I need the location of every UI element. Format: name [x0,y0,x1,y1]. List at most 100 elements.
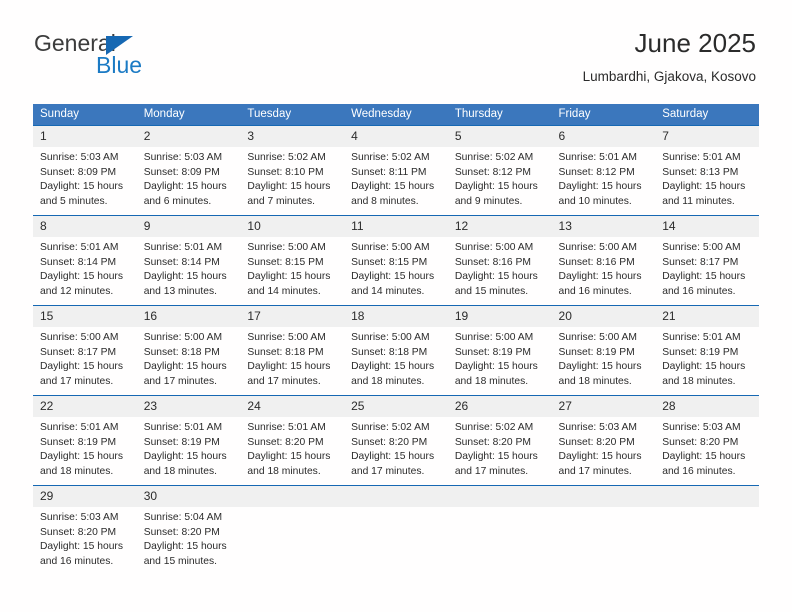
sunrise-text: Sunrise: 5:00 AM [454,332,534,343]
sunrise-text: Sunrise: 5:01 AM [40,422,119,433]
calendar-day-cell[interactable]: 27 Sunrise: 5:03 AM Sunset: 8:20 PM Dayligh… [551,395,656,486]
sunset-text: Sunset: 8:19 PM [40,436,117,448]
daylight-text-line2: and 8 minutes. [351,195,419,207]
sunset-text: Sunset: 8:19 PM [454,346,531,358]
calendar-day-cell[interactable]: 20 Sunrise: 5:00 AM Sunset: 8:19 PM Dayligh… [551,305,656,396]
calendar-day-cell[interactable]: 13 Sunrise: 5:00 AM Sunset: 8:16 PM Dayligh… [551,215,656,306]
calendar-day-cell[interactable]: 25 Sunrise: 5:02 AM Sunset: 8:20 PM Dayligh… [344,395,448,486]
calendar-day-cell[interactable]: 17 Sunrise: 5:00 AM Sunset: 8:18 PM Dayligh… [240,305,345,396]
calendar-day-cell[interactable]: 14 Sunrise: 5:00 AM Sunset: 8:17 PM Dayligh… [655,215,759,306]
sunrise-text: Sunrise: 5:02 AM [247,152,326,163]
weekday-header-wednesday: Wednesday [344,104,448,126]
day-number [447,486,552,507]
calendar-day-cell[interactable]: 16 Sunrise: 5:00 AM Sunset: 8:18 PM Dayligh… [136,305,241,396]
calendar-day-cell[interactable]: 19 Sunrise: 5:00 AM Sunset: 8:19 PM Dayligh… [447,305,552,396]
calendar-day-cell[interactable]: 28 Sunrise: 5:03 AM Sunset: 8:20 PM Dayligh… [655,395,759,486]
daylight-text-line2: and 16 minutes. [662,285,736,297]
calendar-day-cell[interactable]: 11 Sunrise: 5:00 AM Sunset: 8:15 PM Dayligh… [344,215,448,306]
calendar-day-cell[interactable]: 1 Sunrise: 5:03 AM Sunset: 8:09 PM Daylight… [33,125,137,216]
brand-logo[interactable]: General Blue [34,28,234,80]
daylight-text-line1: Daylight: 15 hours [454,271,538,283]
sunrise-text: Sunrise: 5:01 AM [143,422,223,433]
calendar-day-cell[interactable]: 29 Sunrise: 5:03 AM Sunset: 8:20 PM Dayligh… [33,485,137,581]
calendar-empty-cell [240,485,345,581]
daylight-text-line2: and 9 minutes. [454,195,523,207]
brand-name-blue: Blue [96,52,143,78]
sunrise-text: Sunrise: 5:00 AM [454,242,534,253]
sunrise-text: Sunrise: 5:00 AM [662,242,741,253]
calendar-day-cell[interactable]: 12 Sunrise: 5:00 AM Sunset: 8:16 PM Dayligh… [447,215,552,306]
day-number: 9 [136,216,241,237]
calendar-day-cell[interactable]: 6 Sunrise: 5:01 AM Sunset: 8:12 PM Daylight… [551,125,656,216]
daylight-text-line2: and 6 minutes. [143,195,212,207]
day-number: 8 [33,216,137,237]
calendar-day-cell[interactable]: 21 Sunrise: 5:01 AM Sunset: 8:19 PM Dayligh… [655,305,759,396]
daylight-text-line2: and 10 minutes. [558,195,632,207]
sunset-text: Sunset: 8:15 PM [351,256,428,268]
sunset-text: Sunset: 8:13 PM [662,166,739,178]
daylight-text-line2: and 15 minutes. [454,285,529,297]
calendar-week-row: 22 Sunrise: 5:01 AM Sunset: 8:19 PM Dayligh… [33,395,759,486]
day-details: Sunrise: 5:03 AM Sunset: 8:09 PM Daylight:… [33,147,137,209]
daylight-text-line1: Daylight: 15 hours [247,361,331,373]
calendar-day-cell[interactable]: 3 Sunrise: 5:02 AM Sunset: 8:10 PM Daylight… [240,125,345,216]
sunset-text: Sunset: 8:10 PM [247,166,324,178]
calendar-day-cell[interactable]: 18 Sunrise: 5:00 AM Sunset: 8:18 PM Dayligh… [344,305,448,396]
sunrise-text: Sunrise: 5:01 AM [662,332,741,343]
sunrise-text: Sunrise: 5:03 AM [40,512,119,523]
calendar-day-cell[interactable]: 23 Sunrise: 5:01 AM Sunset: 8:19 PM Dayligh… [136,395,241,486]
page-header: General Blue June 2025 Lumbardhi, Gjakov… [0,0,792,84]
calendar-day-cell[interactable]: 7 Sunrise: 5:01 AM Sunset: 8:13 PM Daylight… [655,125,759,216]
calendar-day-cell[interactable]: 26 Sunrise: 5:02 AM Sunset: 8:20 PM Dayligh… [447,395,552,486]
sunrise-text: Sunrise: 5:04 AM [143,512,223,523]
day-details: Sunrise: 5:03 AM Sunset: 8:09 PM Daylight:… [137,147,241,209]
sunrise-text: Sunrise: 5:00 AM [40,332,119,343]
sunrise-text: Sunrise: 5:01 AM [247,422,326,433]
weekday-header-sunday: Sunday [33,104,137,126]
day-details: Sunrise: 5:03 AM Sunset: 8:20 PM Daylight:… [552,417,656,479]
page-subtitle: Lumbardhi, Gjakova, Kosovo [582,69,756,84]
day-details: Sunrise: 5:01 AM Sunset: 8:20 PM Daylight:… [240,417,344,479]
day-details: Sunrise: 5:00 AM Sunset: 8:15 PM Daylight:… [240,237,344,299]
sunset-text: Sunset: 8:17 PM [40,346,117,358]
sunrise-text: Sunrise: 5:03 AM [558,422,637,433]
day-details: Sunrise: 5:03 AM Sunset: 8:20 PM Daylight:… [33,507,137,569]
calendar-day-cell[interactable]: 15 Sunrise: 5:00 AM Sunset: 8:17 PM Dayligh… [33,305,137,396]
daylight-text-line1: Daylight: 15 hours [247,271,331,283]
calendar-day-cell[interactable]: 2 Sunrise: 5:03 AM Sunset: 8:09 PM Daylight… [136,125,241,216]
day-number: 4 [344,126,448,147]
calendar-day-cell[interactable]: 5 Sunrise: 5:02 AM Sunset: 8:12 PM Daylight… [447,125,552,216]
calendar-day-cell[interactable]: 4 Sunrise: 5:02 AM Sunset: 8:11 PM Daylight… [344,125,448,216]
day-number [240,486,345,507]
sunset-text: Sunset: 8:19 PM [662,346,739,358]
daylight-text-line1: Daylight: 15 hours [40,451,123,463]
calendar-day-cell[interactable]: 30 Sunrise: 5:04 AM Sunset: 8:20 PM Dayligh… [136,485,241,581]
calendar-day-cell[interactable]: 24 Sunrise: 5:01 AM Sunset: 8:20 PM Dayligh… [240,395,345,486]
calendar-day-cell[interactable]: 8 Sunrise: 5:01 AM Sunset: 8:14 PM Daylight… [33,215,137,306]
day-number: 17 [240,306,345,327]
daylight-text-line1: Daylight: 15 hours [558,361,642,373]
calendar-day-cell[interactable]: 10 Sunrise: 5:00 AM Sunset: 8:15 PM Dayligh… [240,215,345,306]
day-number [551,486,656,507]
day-details: Sunrise: 5:00 AM Sunset: 8:16 PM Daylight:… [448,237,552,299]
sunrise-text: Sunrise: 5:03 AM [662,422,741,433]
day-details: Sunrise: 5:04 AM Sunset: 8:20 PM Daylight:… [137,507,241,569]
calendar-page: General Blue June 2025 Lumbardhi, Gjakov… [0,0,792,612]
daylight-text-line1: Daylight: 15 hours [662,361,746,373]
daylight-text-line1: Daylight: 15 hours [40,271,123,283]
sunset-text: Sunset: 8:09 PM [40,166,117,178]
calendar-day-cell[interactable]: 9 Sunrise: 5:01 AM Sunset: 8:14 PM Daylight… [136,215,241,306]
calendar-week-row: 8 Sunrise: 5:01 AM Sunset: 8:14 PM Daylight… [33,215,759,306]
calendar-day-cell[interactable]: 22 Sunrise: 5:01 AM Sunset: 8:19 PM Dayligh… [33,395,137,486]
daylight-text-line1: Daylight: 15 hours [662,181,746,193]
sunset-text: Sunset: 8:20 PM [143,526,220,538]
daylight-text-line2: and 5 minutes. [40,195,108,207]
day-details: Sunrise: 5:00 AM Sunset: 8:17 PM Daylight:… [655,237,759,299]
daylight-text-line1: Daylight: 15 hours [558,181,642,193]
daylight-text-line1: Daylight: 15 hours [454,451,538,463]
day-number: 18 [344,306,448,327]
sunset-text: Sunset: 8:17 PM [662,256,739,268]
sunset-text: Sunset: 8:16 PM [558,256,635,268]
daylight-text-line1: Daylight: 15 hours [247,181,331,193]
day-details: Sunrise: 5:00 AM Sunset: 8:18 PM Daylight:… [137,327,241,389]
